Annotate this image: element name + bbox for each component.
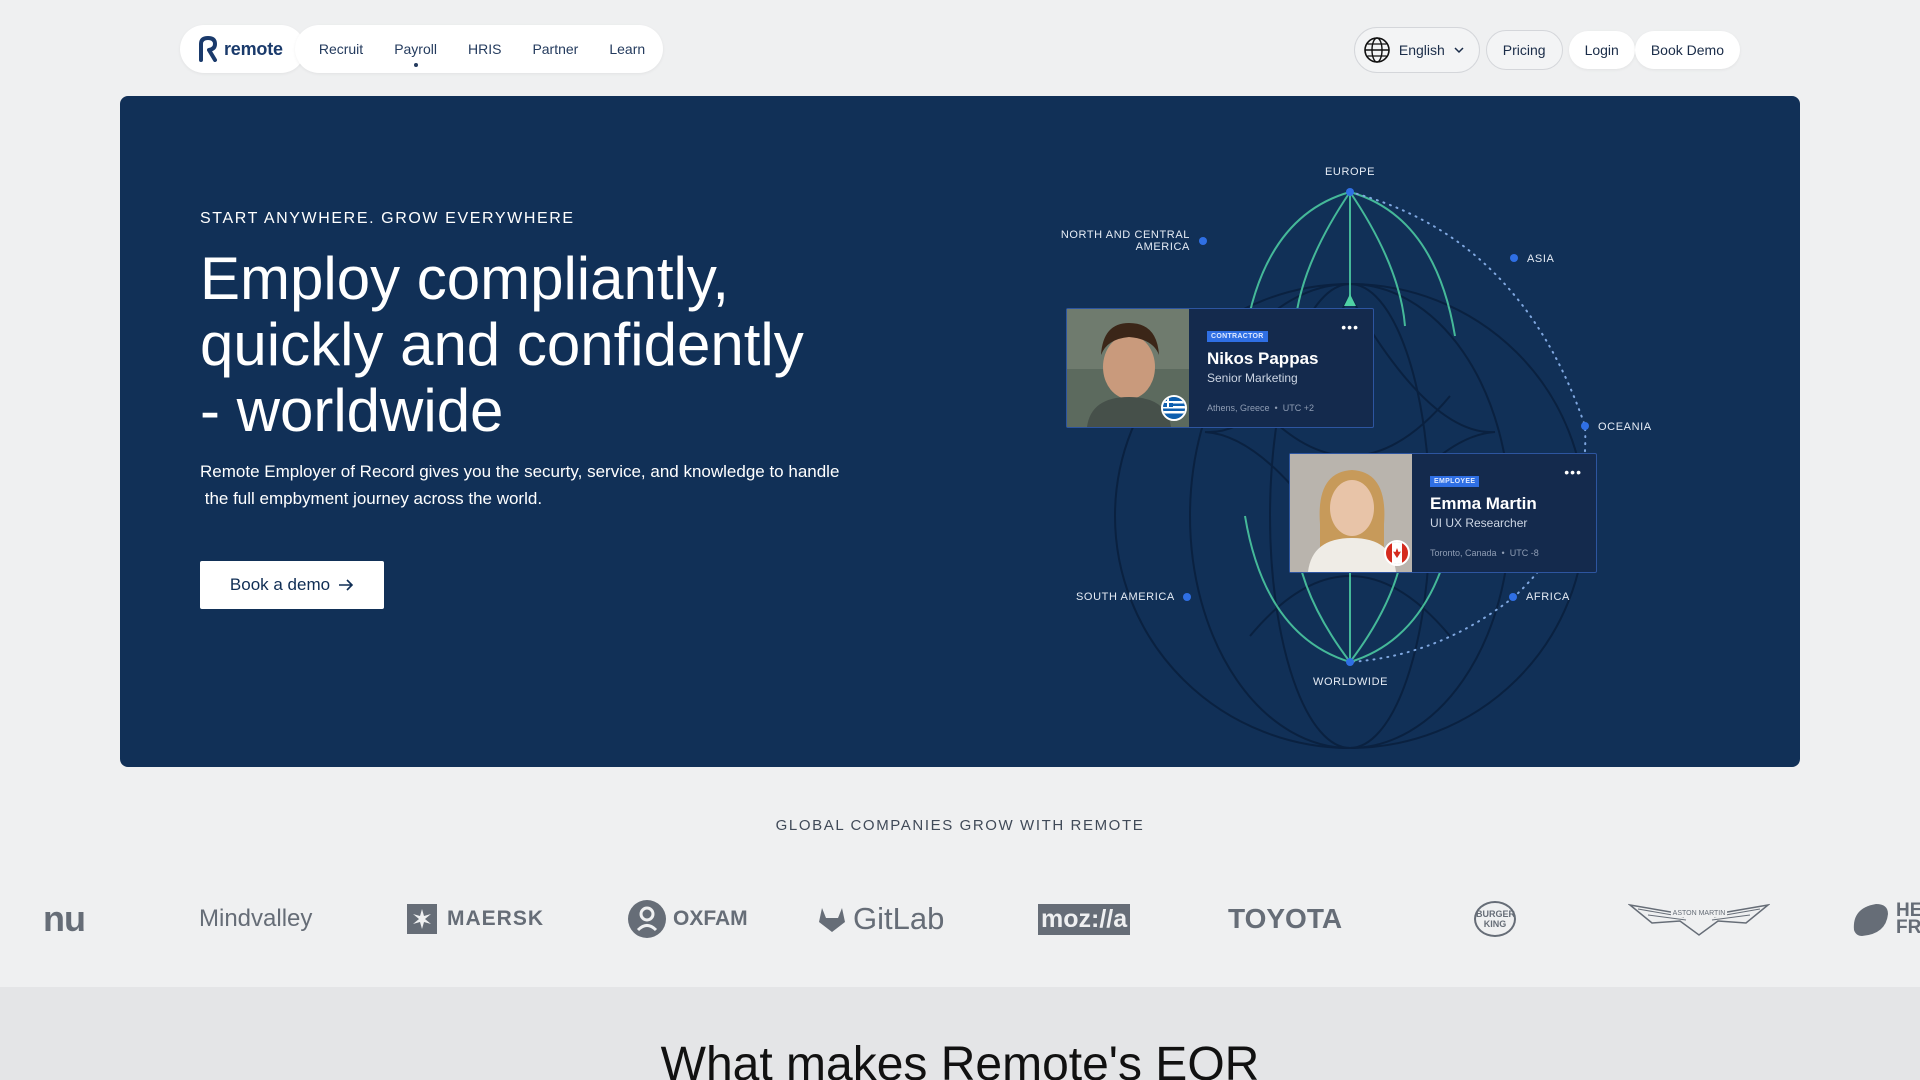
canada-flag-icon: [1384, 540, 1410, 566]
aston-martin-wings-icon: [1628, 903, 1770, 936]
dot-europe: [1346, 188, 1354, 196]
profile-photo: [1290, 454, 1412, 572]
logo-text: remote: [224, 38, 283, 59]
toyota-logo: TOYOTA: [1228, 903, 1343, 934]
nav-learn[interactable]: Learn: [609, 41, 645, 57]
remote-logo[interactable]: remote: [180, 25, 305, 73]
profile-name: Emma Martin: [1430, 494, 1537, 513]
label-worldwide: WORLDWIDE: [1313, 676, 1389, 688]
remote-logo-icon: [199, 36, 217, 62]
menu-bar: Recruit Payroll HRIS Partner Learn: [294, 25, 664, 73]
pricing-button[interactable]: Pricing: [1485, 30, 1563, 70]
lime-leaf-icon: [1853, 904, 1888, 936]
maersk-logo: MAERSK: [407, 893, 544, 945]
contractor-badge: CONTRACTOR: [1207, 331, 1268, 342]
nav-payroll[interactable]: Payroll: [394, 41, 437, 67]
employee-badge: EMPLOYEE: [1430, 476, 1480, 487]
hero-section: START ANYWHERE. GROW EVERYWHERE Employ c…: [120, 96, 1800, 767]
location-text: Athens, Greece: [1207, 403, 1270, 413]
dot-africa: [1509, 593, 1517, 601]
timezone-text: UTC -8: [1509, 548, 1539, 558]
timezone-text: UTC +2: [1282, 403, 1314, 413]
label-north-america-line-2: AMERICA: [1135, 241, 1190, 253]
dot-worldwide: [1346, 658, 1354, 666]
features-section: What makes Remote's EOR: [0, 987, 1920, 1080]
profile-role: Senior Marketing: [1207, 371, 1298, 385]
nav-hris[interactable]: HRIS: [468, 41, 501, 57]
nav-actions: English Pricing Login Book Demo: [1353, 27, 1740, 73]
gitlab-logo: GitLab: [817, 893, 944, 945]
label-oceania: OCEANIA: [1598, 421, 1652, 433]
dot-oceania: [1581, 422, 1589, 430]
label-africa: AFRICA: [1526, 591, 1570, 603]
profile-location: Toronto, Canada • UTC -8: [1430, 548, 1539, 558]
profile-card[interactable]: EMPLOYEE Emma Martin UI UX Researcher To…: [1289, 453, 1597, 573]
profile-info: EMPLOYEE Emma Martin UI UX Researcher To…: [1412, 454, 1596, 572]
nu-logo: nu: [43, 898, 86, 939]
label-south-america: SOUTH AMERICA: [1076, 591, 1175, 603]
dot-asia: [1510, 254, 1518, 262]
logos-heading: GLOBAL COMPANIES GROW WITH REMOTE: [775, 817, 1145, 834]
mozilla-logo: moz://a: [1038, 893, 1131, 945]
hellofresh-logo: HE FR: [1850, 893, 1920, 945]
greece-flag-icon: [1161, 395, 1187, 421]
oxfam-icon: [628, 900, 666, 938]
book-demo-nav-button[interactable]: Book Demo: [1634, 31, 1740, 69]
globe-icon: [1364, 37, 1390, 63]
chevron-down-icon: [1454, 47, 1464, 54]
label-europe: EUROPE: [1325, 166, 1376, 178]
oxfam-logo: OXFAM: [627, 893, 748, 945]
dot-south-america: [1183, 593, 1191, 601]
label-north-america-line-1: NORTH AND CENTRAL: [1060, 229, 1190, 241]
label-asia: ASIA: [1527, 253, 1555, 265]
main-nav: remote Recruit Payroll HRIS Partner Lear…: [180, 25, 664, 73]
login-button[interactable]: Login: [1568, 31, 1635, 69]
language-selector[interactable]: English: [1353, 27, 1480, 73]
nav-recruit[interactable]: Recruit: [319, 41, 363, 57]
profile-photo: [1067, 309, 1189, 427]
triangle-marker-icon: [1344, 294, 1356, 306]
maersk-star-icon: [407, 904, 437, 934]
features-title: What makes Remote's EOR: [660, 1038, 1260, 1080]
profile-card[interactable]: CONTRACTOR Nikos Pappas Senior Marketing…: [1066, 308, 1374, 428]
nav-partner[interactable]: Partner: [532, 41, 578, 57]
more-options-icon[interactable]: •••: [1341, 319, 1359, 335]
burger-king-logo: BURGER KING: [1474, 893, 1516, 945]
aston-martin-logo: ASTON MARTIN: [1628, 893, 1770, 945]
profile-name: Nikos Pappas: [1207, 349, 1319, 368]
dot-north-america: [1199, 237, 1207, 245]
more-options-icon[interactable]: •••: [1564, 464, 1582, 480]
profile-location: Athens, Greece • UTC +2: [1207, 403, 1314, 413]
mindvalley-logo: Mindvalley: [199, 905, 313, 932]
gitlab-fox-icon: [819, 908, 845, 932]
world-globe-graphic: [1114, 188, 1589, 749]
language-label: English: [1398, 42, 1445, 58]
profile-role: UI UX Researcher: [1430, 516, 1528, 530]
profile-info: CONTRACTOR Nikos Pappas Senior Marketing…: [1189, 309, 1373, 427]
location-text: Toronto, Canada: [1430, 548, 1497, 558]
label-north-america: NORTH AND CENTRAL AMERICA: [1060, 229, 1190, 253]
